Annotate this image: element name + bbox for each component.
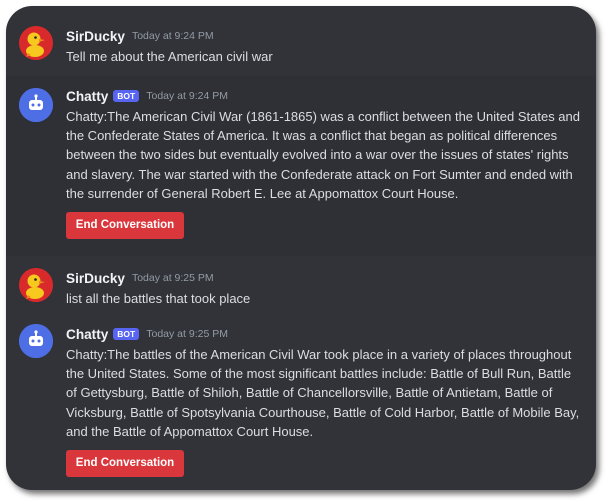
end-conversation-button[interactable]: End Conversation xyxy=(66,212,184,240)
bot-badge: BOT xyxy=(113,90,140,102)
robot-avatar-icon[interactable] xyxy=(19,324,53,358)
message-text: Tell me about the American civil war xyxy=(66,49,273,64)
robot-avatar-icon[interactable] xyxy=(19,88,53,122)
duck-avatar-icon[interactable] xyxy=(19,268,53,302)
end-conversation-button[interactable]: End Conversation xyxy=(66,450,184,478)
username[interactable]: Chatty xyxy=(66,89,108,104)
timestamp: Today at 9:25 PM xyxy=(131,272,214,284)
chat-window: SirDucky Today at 9:24 PM Tell me about … xyxy=(6,6,596,490)
message-text: list all the battles that took place xyxy=(66,291,251,306)
message-bot: Chatty BOT Today at 9:24 PM Chatty:The A… xyxy=(6,76,596,256)
username[interactable]: SirDucky xyxy=(66,29,125,44)
timestamp: Today at 9:25 PM xyxy=(146,328,228,340)
username[interactable]: Chatty xyxy=(66,327,108,342)
timestamp: Today at 9:24 PM xyxy=(146,90,228,102)
timestamp: Today at 9:24 PM xyxy=(131,30,214,42)
message-text: Chatty:The American Civil War (1861-1865… xyxy=(66,109,580,201)
bot-badge: BOT xyxy=(113,328,140,340)
username[interactable]: SirDucky xyxy=(66,271,125,286)
message-text: Chatty:The battles of the American Civil… xyxy=(66,347,580,439)
duck-avatar-icon[interactable] xyxy=(19,26,53,60)
